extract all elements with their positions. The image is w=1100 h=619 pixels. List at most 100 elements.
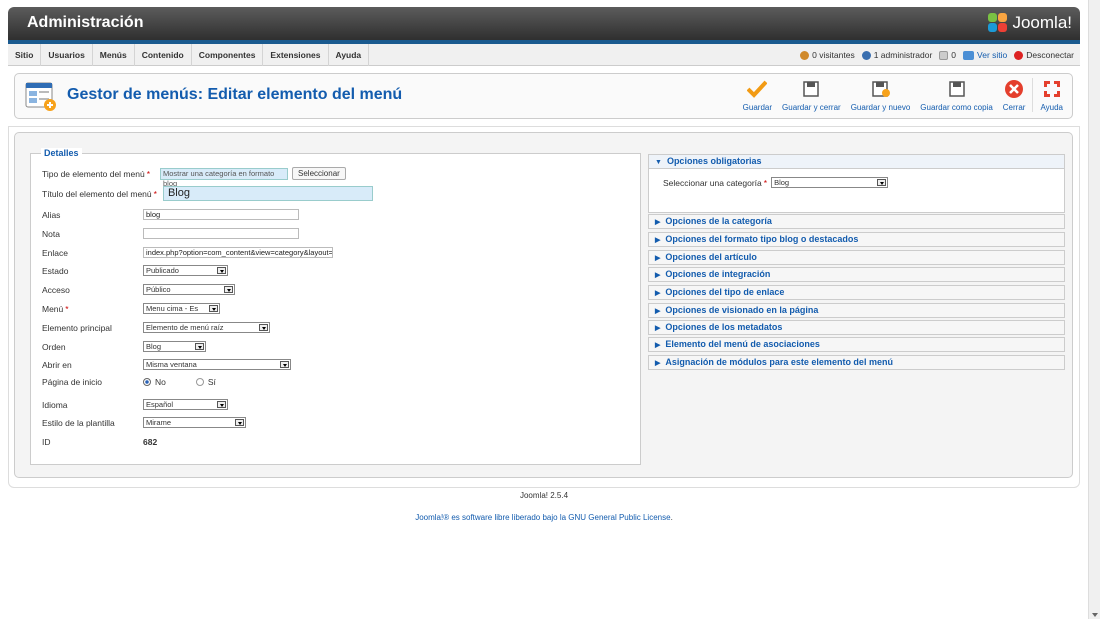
close-icon	[1003, 78, 1025, 100]
parent-label: Elemento principal	[42, 322, 112, 333]
messages-status[interactable]: 0	[939, 50, 956, 60]
menu-item-sitio[interactable]: Sitio	[8, 44, 42, 66]
alias-row: Alias blog	[42, 209, 299, 220]
logout-icon	[1014, 50, 1024, 60]
template-label: Estilo de la plantilla	[42, 417, 115, 428]
triangle-right-icon: ▶	[655, 272, 661, 279]
panel-article-options[interactable]: ▶ Opciones del artículo	[648, 250, 1065, 265]
language-label: Idioma	[42, 399, 68, 410]
title-row: Título del elemento del menú * Blog	[42, 186, 373, 201]
home-no-radio[interactable]: No	[143, 377, 166, 387]
mail-icon	[939, 50, 949, 60]
id-label: ID	[42, 437, 51, 447]
home-yes-radio[interactable]: Sí	[195, 377, 216, 387]
status-label: Estado	[42, 265, 69, 276]
open-in-row: Abrir en Misma ventana	[42, 359, 291, 370]
chevron-down-icon	[209, 305, 218, 312]
menu-item-componentes[interactable]: Componentes	[192, 44, 264, 66]
access-label: Acceso	[42, 284, 70, 295]
logout-link[interactable]: Desconectar	[1014, 50, 1074, 60]
order-select[interactable]: Blog	[143, 341, 206, 352]
save-new-button[interactable]: Guardar y nuevo	[846, 78, 916, 112]
template-select[interactable]: Mirame	[143, 417, 246, 428]
chevron-down-icon	[280, 361, 289, 368]
triangle-right-icon: ▶	[655, 237, 661, 244]
select-menu-type-button[interactable]: Seleccionar	[292, 167, 346, 180]
menu-item-ayuda[interactable]: Ayuda	[329, 44, 370, 66]
alias-label: Alias	[42, 209, 61, 220]
users-icon	[800, 50, 810, 60]
menu-item-menus[interactable]: Menús	[93, 44, 135, 66]
menu-type-field[interactable]: Mostrar una categoría en formato blog	[160, 167, 289, 188]
panel-required-options[interactable]: ▼ Opciones obligatorias	[648, 154, 1065, 169]
access-select[interactable]: Público	[143, 284, 235, 295]
close-button[interactable]: Cerrar	[998, 78, 1031, 112]
joomla-link[interactable]: Joomla!® es software libre liberado bajo…	[415, 513, 568, 522]
alias-input[interactable]: blog	[143, 209, 299, 220]
chevron-down-icon	[195, 343, 204, 350]
checkmark-icon	[746, 78, 768, 100]
triangle-right-icon: ▶	[655, 290, 661, 297]
save-copy-button[interactable]: Guardar como copia	[915, 78, 997, 112]
language-select[interactable]: Español	[143, 399, 228, 410]
language-row: Idioma Español	[42, 399, 228, 410]
help-button[interactable]: Ayuda	[1035, 78, 1068, 112]
panel-link-type-options[interactable]: ▶ Opciones del tipo de enlace	[648, 285, 1065, 300]
view-site-link[interactable]: Ver sitio	[963, 50, 1007, 60]
monitor-icon	[963, 50, 975, 60]
triangle-right-icon: ▶	[655, 219, 661, 226]
triangle-right-icon: ▶	[655, 255, 661, 262]
admin-title: Administración	[27, 14, 144, 31]
panel-category-options[interactable]: ▶ Opciones de la categoría	[648, 214, 1065, 229]
main-nav: Sitio Usuarios Menús Contenido Component…	[8, 44, 370, 66]
floppy-icon	[800, 78, 822, 100]
panel-module-assignment[interactable]: ▶ Asignación de módulos para este element…	[648, 355, 1065, 370]
triangle-right-icon: ▶	[655, 342, 661, 349]
panel-associations[interactable]: ▶ Elemento del menú de asociaciones	[648, 337, 1065, 352]
parent-select[interactable]: Elemento de menú raíz	[143, 322, 270, 333]
save-close-button[interactable]: Guardar y cerrar	[777, 78, 846, 112]
menu-select[interactable]: Menu cima - Es	[143, 303, 220, 314]
home-row: Página de inicio No Sí	[42, 377, 216, 387]
id-row: ID 682	[42, 437, 157, 447]
title-label: Título del elemento del menú	[42, 188, 152, 199]
joomla-logo-icon	[988, 13, 1008, 33]
status-select[interactable]: Publicado	[143, 265, 228, 276]
radio-unchecked-icon	[195, 378, 204, 386]
link-input[interactable]: index.php?option=com_content&view=catego…	[143, 247, 333, 258]
menu-item-extensiones[interactable]: Extensiones	[263, 44, 329, 66]
required-marker: *	[763, 177, 768, 188]
category-select[interactable]: Blog	[771, 177, 889, 188]
menu-item-contenido[interactable]: Contenido	[135, 44, 192, 66]
footer-version: Joomla! 2.5.4	[519, 491, 569, 500]
home-label: Página de inicio	[42, 377, 103, 387]
note-input[interactable]	[143, 228, 299, 239]
open-in-select[interactable]: Misma ventana	[143, 359, 291, 370]
floppy-plus-icon	[870, 78, 892, 100]
title-input[interactable]: Blog	[162, 186, 373, 201]
note-row: Nota	[42, 228, 299, 239]
main-menu-bar: Sitio Usuarios Menús Contenido Component…	[8, 44, 1080, 66]
toolbar-divider	[1032, 78, 1034, 112]
parent-row: Elemento principal Elemento de menú raíz	[42, 322, 270, 333]
details-legend: Detalles	[41, 148, 82, 158]
access-row: Acceso Público	[42, 284, 235, 295]
panel-integration-options[interactable]: ▶ Opciones de integración	[648, 267, 1065, 282]
panel-page-display-options[interactable]: ▶ Opciones de visionado en la página	[648, 303, 1065, 318]
toolbar: Guardar Guardar y cerrar Guardar y nuevo…	[738, 78, 1068, 112]
panel-blog-options[interactable]: ▶ Opciones del formato tipo blog o destac…	[648, 232, 1065, 247]
menu-item-usuarios[interactable]: Usuarios	[41, 44, 93, 66]
order-label: Orden	[42, 341, 66, 352]
menu-row: Menú * Menu cima - Es	[42, 303, 220, 314]
template-row: Estilo de la plantilla Mirame	[42, 417, 246, 428]
gpl-license-link[interactable]: GNU General Public License	[568, 513, 670, 522]
id-value: 682	[143, 437, 158, 447]
admins-status: 1 administrador	[861, 50, 932, 60]
scroll-down-icon[interactable]	[1092, 613, 1098, 617]
panel-metadata-options[interactable]: ▶ Opciones de los metadatos	[648, 320, 1065, 335]
save-button[interactable]: Guardar	[738, 78, 777, 112]
menu-label: Menú	[42, 303, 64, 314]
radio-checked-icon	[143, 378, 151, 386]
joomla-logo[interactable]: Joomla!	[988, 13, 1072, 33]
page-scrollbar[interactable]	[1088, 0, 1100, 619]
